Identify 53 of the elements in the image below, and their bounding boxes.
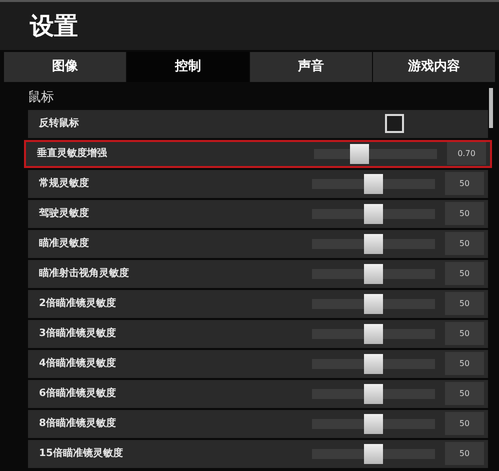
setting-label: 驾驶灵敏度 — [39, 206, 89, 221]
setting-label: 8倍瞄准镜灵敏度 — [39, 416, 116, 431]
slider[interactable] — [314, 144, 437, 164]
slider[interactable] — [312, 354, 435, 374]
setting-label: 3倍瞄准镜灵敏度 — [39, 326, 116, 341]
setting-label: 反转鼠标 — [39, 116, 79, 131]
setting-label: 15倍瞄准镜灵敏度 — [39, 446, 123, 461]
slider[interactable] — [312, 384, 435, 404]
slider-thumb[interactable] — [364, 444, 383, 464]
slider-thumb[interactable] — [364, 174, 383, 194]
slider[interactable] — [312, 294, 435, 314]
setting-label: 常规灵敏度 — [39, 176, 89, 191]
slider[interactable] — [312, 414, 435, 434]
slider[interactable] — [312, 324, 435, 344]
slider[interactable] — [312, 204, 435, 224]
value-field[interactable]: 50 — [445, 292, 484, 315]
setting-label: 6倍瞄准镜灵敏度 — [39, 386, 116, 401]
slider[interactable] — [312, 264, 435, 284]
value-field[interactable]: 50 — [445, 442, 484, 465]
value-field[interactable]: 50 — [445, 172, 484, 195]
tab[interactable]: 控制 — [127, 52, 249, 82]
value-field[interactable]: 0.70 — [447, 142, 486, 165]
section-title: 鼠标 — [28, 89, 55, 107]
slider[interactable] — [312, 174, 435, 194]
slider[interactable] — [312, 444, 435, 464]
tab[interactable]: 声音 — [250, 52, 372, 82]
slider-thumb[interactable] — [364, 294, 383, 314]
slider-thumb[interactable] — [364, 354, 383, 374]
value-field[interactable]: 50 — [445, 382, 484, 405]
setting-label: 4倍瞄准镜灵敏度 — [39, 356, 116, 371]
tab[interactable]: 图像 — [4, 52, 126, 82]
checkbox[interactable] — [385, 114, 404, 133]
setting-label: 瞄准射击视角灵敏度 — [39, 266, 129, 281]
value-field[interactable]: 50 — [445, 352, 484, 375]
slider-thumb[interactable] — [350, 144, 370, 164]
value-field[interactable]: 50 — [445, 322, 484, 345]
value-field[interactable]: 50 — [445, 202, 484, 225]
slider-thumb[interactable] — [364, 384, 383, 404]
slider-thumb[interactable] — [364, 204, 383, 224]
value-field[interactable]: 50 — [445, 262, 484, 285]
setting-label: 2倍瞄准镜灵敏度 — [39, 296, 116, 311]
tab[interactable]: 游戏内容 — [373, 52, 495, 82]
page-title: 设置 — [30, 11, 78, 42]
value-field[interactable]: 50 — [445, 412, 484, 435]
slider-thumb[interactable] — [364, 234, 383, 254]
value-field[interactable]: 50 — [445, 232, 484, 255]
slider-thumb[interactable] — [364, 324, 383, 344]
scrollbar[interactable] — [489, 88, 493, 128]
slider-thumb[interactable] — [364, 414, 383, 434]
slider[interactable] — [312, 234, 435, 254]
setting-label: 垂直灵敏度增强 — [37, 146, 107, 161]
setting-label: 瞄准灵敏度 — [39, 236, 89, 251]
slider-thumb[interactable] — [364, 264, 383, 284]
